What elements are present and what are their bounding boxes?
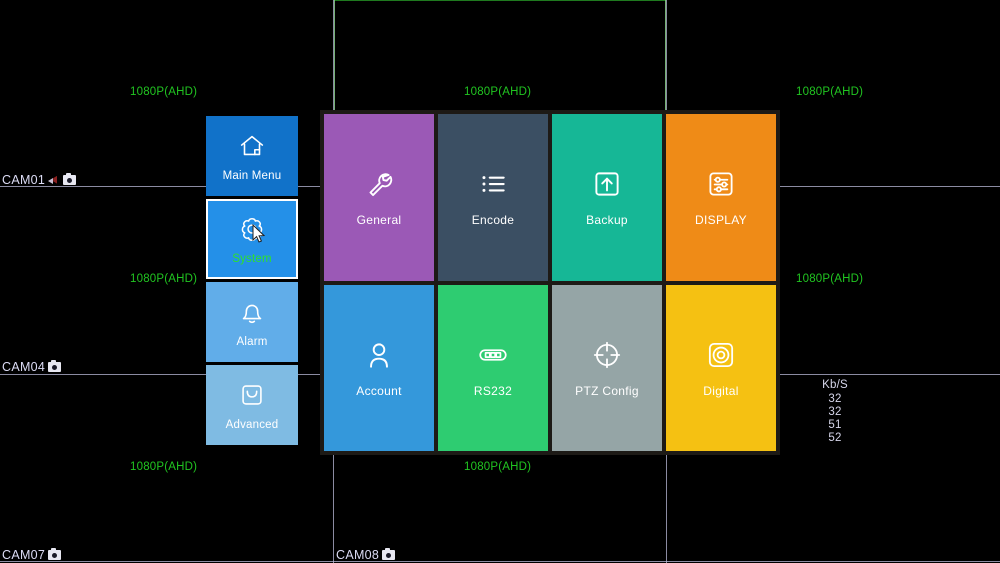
user-icon: [370, 343, 388, 368]
resolution-label: 1080P(AHD): [464, 461, 532, 473]
tile-rs232[interactable]: RS232: [438, 284, 548, 451]
bitrate-panel: Kb/S 32 32 51 52: [805, 379, 865, 445]
channel-label-cam07[interactable]: CAM07: [2, 548, 62, 562]
sidebar-item-label: Main Menu: [222, 169, 282, 182]
sidebar-item-label: Advanced: [225, 418, 279, 431]
record-icon: [63, 173, 77, 186]
crosshair-icon: [593, 341, 621, 368]
tile-backup[interactable]: Backup: [552, 114, 662, 281]
record-icon: [382, 548, 396, 561]
channel-name: CAM08: [336, 548, 380, 562]
gear-icon: [241, 217, 263, 241]
connector-icon: [479, 349, 507, 361]
sidebar-item-advanced[interactable]: Advanced: [206, 365, 298, 445]
lens-icon: [708, 342, 734, 367]
sidebar-item-main-menu[interactable]: Main Menu: [206, 116, 298, 196]
toolbox-icon: [242, 384, 262, 405]
selected-channel-top-border: [334, 0, 666, 1]
tile-label: Backup: [586, 213, 628, 228]
audio-mute-icon: [48, 175, 60, 186]
resolution-label: 1080P(AHD): [130, 461, 198, 473]
sidebar-item-label: System: [232, 252, 272, 265]
resolution-label: 1080P(AHD): [796, 86, 864, 98]
channel-label-cam04[interactable]: CAM04: [2, 360, 62, 374]
upload-box-icon: [595, 172, 619, 196]
resolution-label: 1080P(AHD): [796, 273, 864, 285]
tile-general[interactable]: General: [324, 114, 434, 281]
channel-name: CAM04: [2, 360, 46, 374]
channel-label-cam01[interactable]: CAM01: [2, 173, 77, 187]
list-icon: [482, 176, 505, 193]
wall-divider-horizontal-3: [0, 561, 1000, 562]
resolution-label: 1080P(AHD): [130, 273, 198, 285]
tile-encode[interactable]: Encode: [438, 114, 548, 281]
wrench-icon: [369, 173, 393, 197]
sliders-icon: [709, 172, 733, 196]
main-menu-sidebar: Main Menu System Alarm Advanced: [206, 116, 298, 448]
channel-name: CAM01: [2, 173, 46, 187]
dvr-screen: 1080P(AHD) 1080P(AHD) 1080P(AHD) 1080P(A…: [0, 0, 1000, 563]
resolution-label: 1080P(AHD): [464, 86, 532, 98]
tile-label: RS232: [473, 383, 513, 398]
bitrate-value: 51: [828, 419, 842, 431]
record-icon: [48, 360, 62, 373]
tile-label: Account: [356, 383, 402, 398]
home-icon: [240, 135, 264, 155]
resolution-label: 1080P(AHD): [130, 86, 198, 98]
tile-display[interactable]: DISPLAY: [666, 114, 776, 281]
tile-digital[interactable]: Digital: [666, 284, 776, 451]
sidebar-item-alarm[interactable]: Alarm: [206, 282, 298, 362]
tile-ptz-config[interactable]: PTZ Config: [552, 284, 662, 451]
sidebar-item-label: Alarm: [236, 335, 268, 348]
bitrate-value: 32: [828, 406, 842, 418]
bitrate-header: Kb/S: [822, 379, 848, 391]
main-menu-panel: General Encode Backup DISPLAY Account RS…: [320, 110, 780, 455]
tile-label: PTZ Config: [575, 383, 639, 398]
tile-label: Encode: [471, 213, 515, 228]
channel-name: CAM07: [2, 548, 46, 562]
channel-label-cam08[interactable]: CAM08: [336, 548, 396, 562]
tile-label: Digital: [703, 383, 739, 398]
sidebar-item-system[interactable]: System: [206, 199, 298, 279]
record-icon: [48, 548, 62, 561]
bitrate-value: 52: [828, 432, 842, 444]
bitrate-value: 32: [828, 393, 842, 405]
bell-icon: [242, 304, 262, 323]
menu-tile-grid: General Encode Backup DISPLAY Account RS…: [324, 114, 776, 451]
tile-account[interactable]: Account: [324, 284, 434, 451]
tile-label: DISPLAY: [695, 213, 747, 228]
tile-label: General: [356, 213, 402, 228]
